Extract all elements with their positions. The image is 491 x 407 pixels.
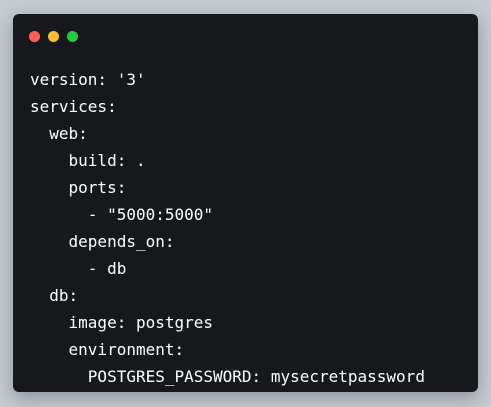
code-block: version: '3' services: web: build: . por… bbox=[30, 66, 478, 390]
code-line: depends_on: bbox=[30, 232, 175, 251]
code-line: POSTGRES_PASSWORD: mysecretpassword bbox=[30, 367, 425, 386]
code-window: version: '3' services: web: build: . por… bbox=[13, 14, 478, 392]
minimize-dot-icon[interactable] bbox=[48, 31, 59, 42]
code-line: - "5000:5000" bbox=[30, 205, 214, 224]
code-line: environment: bbox=[30, 340, 185, 359]
code-line: build: . bbox=[30, 151, 146, 170]
code-line: ports: bbox=[30, 178, 127, 197]
code-line: web: bbox=[30, 124, 88, 143]
code-line: version: '3' bbox=[30, 70, 146, 89]
close-dot-icon[interactable] bbox=[29, 31, 40, 42]
window-titlebar bbox=[13, 14, 478, 58]
code-line: db: bbox=[30, 286, 79, 305]
code-line: services: bbox=[30, 97, 117, 116]
code-line: image: postgres bbox=[30, 313, 214, 332]
code-line: - db bbox=[30, 259, 127, 278]
maximize-dot-icon[interactable] bbox=[67, 31, 78, 42]
